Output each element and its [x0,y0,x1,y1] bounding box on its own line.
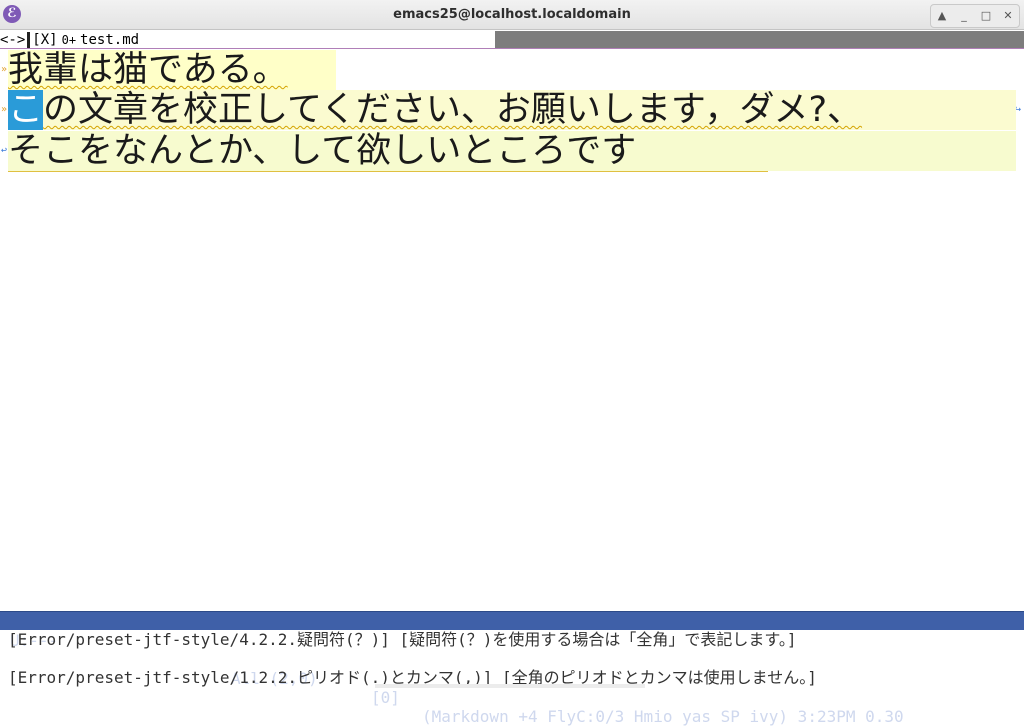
mode-line-buffer-name[interactable]: test.md [82,650,149,669]
title-bar: ℰ emacs25@localhost.localdomain ▲ _ □ ✕ [0,0,1024,30]
major-minor-modes[interactable]: (Markdown +4 FlyC:0/3 Hmio yas SP ivy) 3… [422,707,904,726]
fringe-warning-icon: » [1,64,8,75]
kill-buffer-button[interactable]: [X] [32,31,57,49]
workspace-indicator: [0] [371,688,400,707]
window-title: emacs25@localhost.localdomain [393,7,631,22]
nav-arrows-button[interactable]: <-> [0,31,25,49]
shade-icon[interactable]: ▲ [933,9,951,23]
maximize-icon[interactable]: □ [977,9,995,23]
cursor: こ [8,90,44,130]
flycheck-underline [8,171,768,172]
line-text: そこをなんとか、して欲しいところです [8,131,637,171]
modified-indicator: 0+ [61,33,77,47]
buffer-name: test.md [80,32,140,48]
minimize-icon[interactable]: _ [955,9,973,23]
line-text: 我輩は猫である。 [8,50,288,90]
buffer-line-2[interactable]: この文章を校正してください、お願いします，ダメ?、 [8,90,1016,130]
echo-message-1: [Error/preset-jtf-style/4.2.2.疑問符(？)] [疑… [8,630,797,649]
header-line-left: <-> [X] 0+ test.md [0,31,495,49]
header-line-filler [495,31,1024,49]
close-icon[interactable]: ✕ [999,9,1017,23]
line-text: の文章を校正してください、お願いします，ダメ?、 [43,90,863,130]
buffer-line-1[interactable]: 我輩は猫である。 [8,50,336,90]
fringe-warning-icon: » [1,104,8,115]
header-line: <-> [X] 0+ test.md [0,31,1024,49]
buffer-line-3[interactable]: そこをなんとか、して欲しいところです [8,131,1016,171]
header-separator [27,32,31,48]
minibuffer-divider [375,684,645,688]
fringe-continuation-icon: ↩ [1,145,8,156]
window-controls: ▲ _ □ ✕ [930,4,1020,28]
mode-line: U:--- test.md All (2,0) [0] (Markdown +4… [0,611,1024,726]
